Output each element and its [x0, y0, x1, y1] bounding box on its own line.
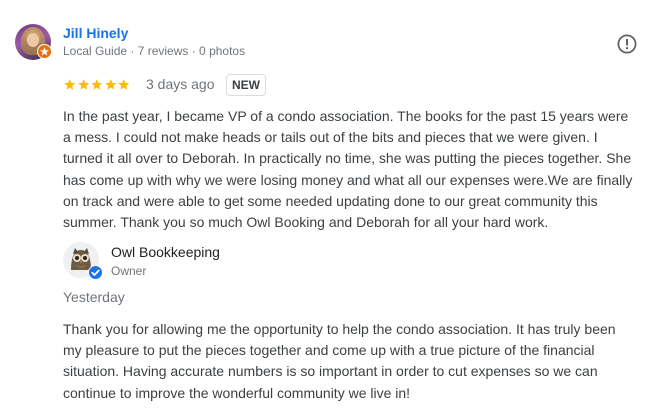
local-guide-star-icon	[37, 44, 52, 59]
reviewer-meta[interactable]: Local Guide · 7 reviews · 0 photos	[63, 44, 245, 58]
verified-check-icon	[88, 265, 103, 280]
owner-name[interactable]: Owl Bookkeeping	[111, 244, 220, 260]
reply-text-line: Thank you for allowing me the opportunit…	[63, 321, 616, 337]
reply-date: Yesterday	[63, 289, 125, 305]
star-rating	[63, 78, 131, 92]
new-badge: NEW	[226, 74, 266, 96]
reply-text-line: my pleasure to put the pieces together a…	[63, 342, 595, 359]
star-icon	[77, 79, 89, 90]
review-text-line: turned it all over to Deborah. In practi…	[63, 150, 632, 167]
review-text-line: a mess. I could not make heads or tails …	[63, 129, 598, 146]
star-icon	[64, 79, 76, 90]
reply-text-line: continue to improve the wonderful commun…	[63, 384, 411, 401]
report-icon[interactable]	[616, 33, 638, 55]
review-text-line: In the past year, I became VP of a condo…	[63, 108, 629, 124]
star-icon	[91, 79, 103, 90]
review-text-line: summer. Thank you so much Owl Booking an…	[63, 214, 549, 231]
reply-text: Thank you for allowing me the opportunit…	[63, 319, 653, 404]
review-text-line: on track and were able to get some neede…	[63, 192, 598, 209]
review-text: In the past year, I became VP of a condo…	[63, 106, 653, 233]
star-icon	[118, 79, 130, 90]
review-text-line: has come up with why we were losing mone…	[63, 171, 633, 188]
star-icon	[105, 79, 116, 90]
review-date: 3 days ago	[146, 76, 215, 92]
reply-text-line: situation. Having accurate numbers is so…	[63, 363, 598, 380]
reviewer-name[interactable]: Jill Hinely	[63, 25, 128, 41]
owner-role: Owner	[111, 264, 147, 278]
